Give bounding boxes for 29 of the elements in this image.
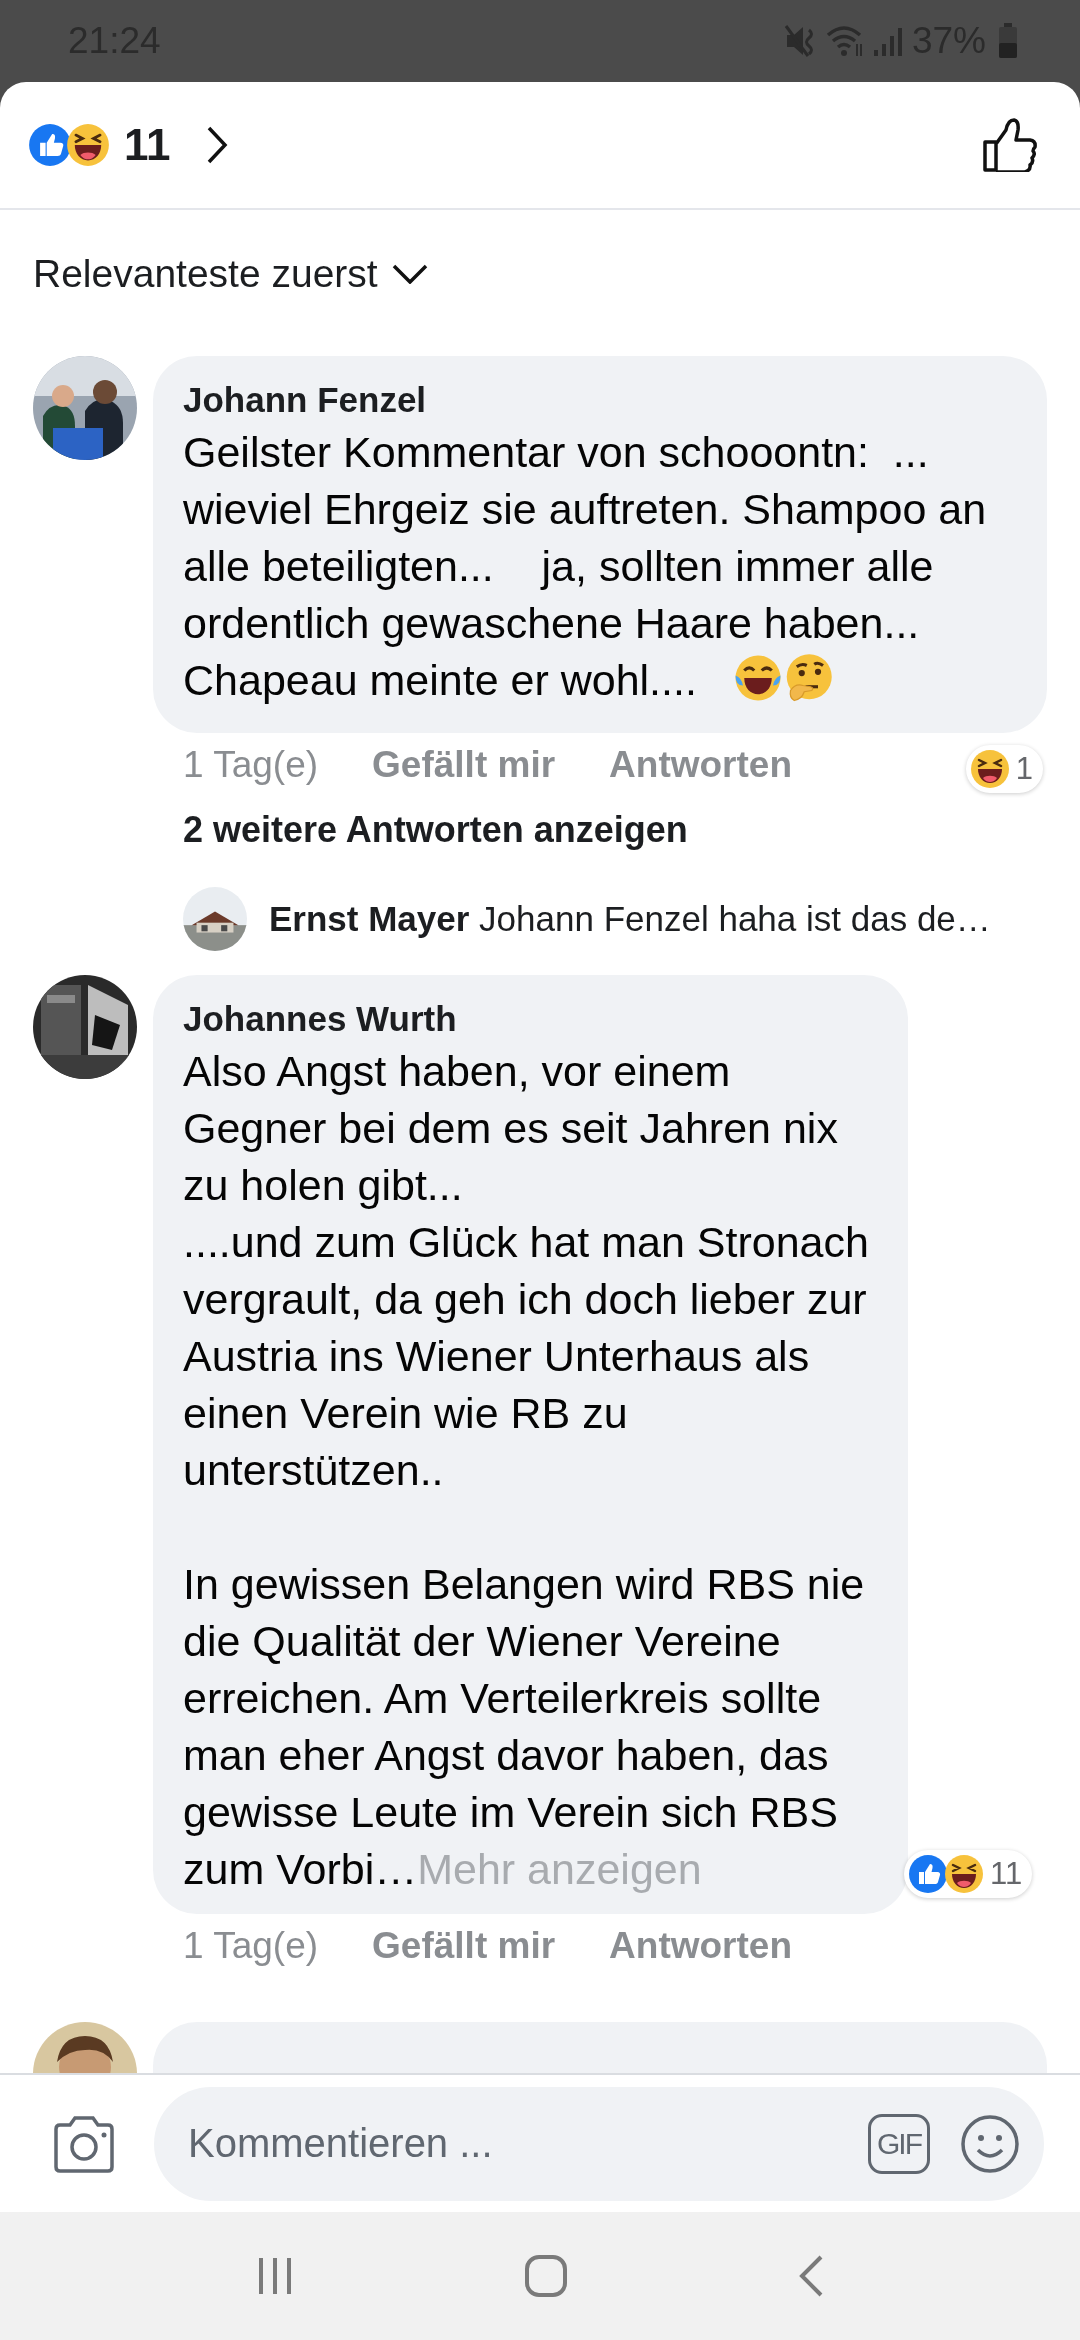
like-reaction-icon [28, 123, 72, 167]
gif-button[interactable]: GIF [868, 2113, 930, 2174]
comment-text: Geilster Kommentar von schooontn: ... wieviel Ehrgeiz sie auftreten. Shampoo an alle beteiligten... ja, sollten immer alle ordentlich gewaschene Haare haben... Chapeau meinte er wohl.... [183, 427, 988, 706]
reply-preview[interactable]: Ernst Mayer Johann Fenzel haha ist das de… [269, 899, 991, 939]
reply-link[interactable]: Antworten [609, 1925, 792, 1967]
comment-input[interactable]: Kommentieren ... GIF [154, 2086, 1044, 2201]
like-link[interactable]: Gefällt mir [372, 744, 556, 786]
thumbs-up-icon[interactable] [982, 118, 1038, 172]
smiley-icon[interactable] [960, 2113, 1020, 2174]
sort-dropdown[interactable]: Relevanteste zuerst [33, 252, 428, 296]
like-reaction-icon [908, 1854, 948, 1894]
reaction-badge[interactable]: 11 [904, 1850, 1033, 1898]
reactions-summary[interactable]: 11 [28, 120, 229, 170]
battery-icon [998, 23, 1018, 59]
comment-text: Also Angst haben, vor einem Gegner bei dem es seit Jahren nix zu holen gibt... ....und zum Glück hat man Stronach vergrault, da geh ich doch lieber zur Austria ins Wiener Unterhaus als einen Verein wie RB zu unterstützen.. In gewissen Belangen wird RBS nie die Qualität der Wiener Vereine erreichen. Am Verteilerkreis sollte man eher Angst davor haben, das gewisse Leute im Verein sich RBS zum Vorbi…Mehr anzeigen [183, 1046, 870, 1895]
like-link[interactable]: Gefällt mir [372, 1925, 556, 1967]
laughing-emoji-icon [969, 749, 1010, 789]
laughing-emoji-icon [944, 1854, 984, 1894]
reaction-badge[interactable]: 1 [965, 745, 1043, 793]
camera-icon[interactable] [52, 2114, 116, 2173]
comment-author[interactable]: Johann Fenzel [183, 376, 991, 424]
reply-link[interactable]: Antworten [609, 744, 792, 786]
more-replies-link[interactable]: 2 weitere Antworten anzeigen [183, 809, 688, 851]
comment-time: 1 Tag(e) [183, 1925, 319, 1967]
comment-author[interactable]: Johannes Wurth [183, 995, 884, 1043]
comment-time: 1 Tag(e) [183, 744, 319, 786]
laughing-emoji-icon [66, 123, 110, 167]
home-icon[interactable] [524, 2254, 568, 2298]
chevron-down-icon [391, 264, 428, 284]
